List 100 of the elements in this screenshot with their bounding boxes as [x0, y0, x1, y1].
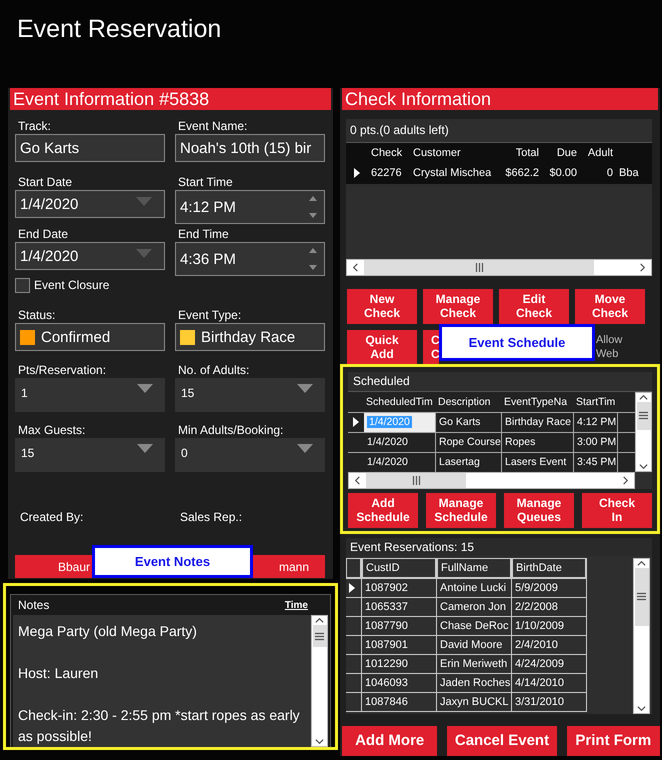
field-label: Start Date: [17, 175, 74, 190]
scroll-right-icon[interactable]: [621, 476, 630, 484]
scroll-up-icon[interactable]: [315, 616, 324, 625]
table-cell-text: 62276: [370, 167, 403, 179]
schedule-button[interactable]: Manage Schedule: [426, 492, 496, 528]
scroll-down-icon[interactable]: [639, 462, 648, 470]
date-field[interactable]: 1/4/2020: [15, 190, 165, 218]
scroll-up-icon[interactable]: [639, 392, 648, 402]
column-header[interactable]: Description: [435, 396, 501, 408]
callout-tooltip: Event Schedule: [439, 324, 595, 361]
field-label: Status:: [17, 308, 56, 323]
table-cell-text: 0: [606, 167, 614, 179]
table-cell: 1/4/2020: [364, 412, 436, 432]
checkbox-label: Event Closure: [34, 278, 110, 293]
dropdown-arrow-icon: [137, 444, 153, 454]
column-header[interactable]: Total: [498, 146, 542, 158]
dropdown-field[interactable]: 1: [15, 378, 165, 412]
field-label: No. of Adults:: [177, 363, 250, 378]
action-button[interactable]: Quick Add: [347, 330, 417, 364]
vertical-scrollbar[interactable]: [635, 392, 652, 472]
field-label: Max Guests:: [17, 423, 86, 438]
horizontal-scrollbar[interactable]: [346, 258, 652, 276]
allow-web-label: Allow Web: [595, 332, 624, 360]
scroll-right-icon[interactable]: [638, 262, 647, 272]
scroll-down-icon[interactable]: [637, 704, 646, 713]
table-cell: Jaxyn BUCKL: [437, 692, 512, 712]
column-header[interactable]: Check: [368, 146, 410, 158]
time-field[interactable]: 4:12 PM: [175, 190, 325, 224]
column-header[interactable]: Adult: [580, 146, 616, 158]
column-header[interactable]: EventTypeNa: [501, 396, 573, 408]
field-label: Created By:: [19, 510, 84, 525]
row-pointer-icon: [349, 582, 355, 592]
scroll-up-icon[interactable]: [637, 558, 646, 568]
column-header[interactable]: Due: [542, 146, 580, 158]
note-text: Check-in: 2:30 - 2:55 pm *start ropes as early as possible!: [18, 706, 301, 746]
schedule-button[interactable]: Manage Queues: [504, 492, 574, 528]
dropdown-field[interactable]: 15: [175, 378, 325, 412]
field-label: Min Adults/Booking:: [177, 423, 284, 438]
scroll-grip-icon: [412, 476, 420, 484]
action-button[interactable]: Edit Check: [499, 288, 569, 324]
scroll-left-icon[interactable]: [353, 476, 362, 484]
select-field[interactable]: Confirmed: [15, 323, 165, 351]
scroll-down-icon[interactable]: [315, 737, 324, 746]
user-name: Bbaur: [58, 560, 90, 574]
notes-title: Notes: [18, 598, 50, 612]
time-field[interactable]: 4:36 PM: [175, 242, 325, 276]
action-button[interactable]: C C: [423, 330, 439, 364]
vertical-scrollbar[interactable]: [311, 615, 328, 747]
window-title: Event Reservation: [16, 14, 222, 45]
dropdown-arrow-icon: [297, 384, 313, 394]
schedule-button[interactable]: Add Schedule: [348, 492, 418, 528]
action-button[interactable]: Move Check: [575, 288, 645, 324]
select-field[interactable]: Birthday Race: [175, 323, 325, 351]
panel-header: Check Information: [342, 88, 658, 110]
row-header[interactable]: [346, 692, 362, 712]
horizontal-scrollbar[interactable]: [348, 472, 635, 488]
row-pointer-icon: [353, 417, 359, 427]
footer-button[interactable]: Add More: [342, 726, 438, 756]
text-field[interactable]: Noah's 10th (15) bir: [175, 134, 325, 162]
dropdown-field[interactable]: 15: [15, 438, 165, 472]
dropdown-arrow-icon: [136, 249, 152, 259]
scroll-grip-icon: [315, 632, 324, 640]
spinner-arrows-icon[interactable]: [308, 246, 318, 272]
field-label: Start Time: [177, 175, 234, 190]
scroll-grip-icon: [639, 411, 648, 420]
footer-button[interactable]: Print Form: [566, 726, 660, 756]
field-label: Event Name:: [177, 119, 248, 134]
text-field[interactable]: Go Karts: [15, 134, 165, 162]
schedule-button[interactable]: Check In: [582, 492, 652, 528]
dropdown-arrow-icon: [297, 444, 313, 454]
time-link[interactable]: Time: [284, 600, 308, 610]
table-cell: 1087846: [362, 692, 437, 712]
callout-tooltip: Event Notes: [92, 545, 253, 578]
dropdown-field[interactable]: 0: [175, 438, 325, 472]
field-label: Pts/Reservation:: [17, 363, 108, 378]
table-cell-text: Crystal Mischea: [412, 167, 492, 179]
dropdown-arrow-icon: [137, 384, 153, 394]
column-header[interactable]: ScheduledTim: [363, 396, 435, 408]
footer-button[interactable]: Cancel Event: [447, 726, 557, 756]
table-cell: 3/31/2010: [512, 692, 587, 712]
user-name: mann: [278, 560, 309, 574]
scroll-grip-icon: [474, 262, 484, 272]
panel-header: Event Information #5838: [10, 88, 331, 110]
row-pointer-icon: [354, 168, 360, 178]
dropdown-arrow-icon: [136, 197, 152, 207]
field-label: Sales Rep.:: [179, 510, 244, 525]
column-header[interactable]: StartTim: [573, 396, 617, 408]
action-button[interactable]: New Check: [347, 288, 417, 324]
scroll-grip-icon: [637, 592, 646, 601]
checkbox[interactable]: [15, 278, 30, 293]
vertical-scrollbar[interactable]: [633, 558, 650, 714]
table-cell-text: $662.2: [504, 167, 540, 179]
date-field[interactable]: 1/4/2020: [15, 242, 165, 270]
scroll-left-icon[interactable]: [351, 262, 360, 272]
spinner-arrows-icon[interactable]: [308, 194, 318, 220]
column-header[interactable]: Customer: [410, 146, 498, 158]
action-button[interactable]: Manage Check: [423, 288, 493, 324]
table-cell-text: Bba: [618, 167, 640, 179]
reservations-title: Event Reservations: 15: [346, 538, 652, 556]
note-text: Mega Party (old Mega Party): [18, 622, 198, 641]
